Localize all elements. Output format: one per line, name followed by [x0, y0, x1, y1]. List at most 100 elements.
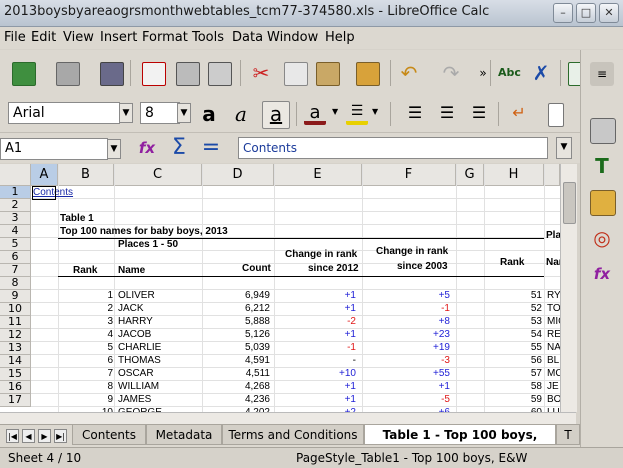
tab-metadata[interactable]: Metadata [146, 425, 222, 445]
font-size-box[interactable]: 8 [140, 102, 180, 124]
rank-right-cell: 58 [530, 381, 542, 392]
name-right-cell: BL [547, 355, 560, 366]
menu-tools[interactable]: Tools [192, 30, 224, 45]
prev-sheet-icon[interactable]: ◀ [22, 429, 35, 443]
first-sheet-icon[interactable]: |◀ [6, 429, 19, 443]
undo-icon[interactable]: ↶ [398, 62, 420, 84]
column-header-i[interactable] [544, 164, 560, 186]
spreadsheet-grid[interactable]: A B C D E F G H 1 2 3 4 5 6 7 8 9 10 11 12 13 14 15 16 1… [0, 164, 576, 412]
tab-next[interactable]: T [556, 425, 580, 445]
menu-edit[interactable]: Edit [31, 30, 56, 45]
chevron-down-icon[interactable]: ▼ [119, 103, 133, 123]
chevron-down-icon[interactable]: ▼ [332, 107, 342, 129]
count-cell: 5,039 [244, 342, 270, 353]
print-preview-icon[interactable] [208, 62, 232, 86]
name-cell: OSCAR [118, 368, 154, 379]
merge-cells-icon[interactable] [548, 103, 564, 127]
vertical-scrollbar[interactable] [560, 164, 577, 412]
window-title: 2013boysbyareaogrsmonthwebtables_tcm77-3… [4, 4, 490, 19]
close-button[interactable]: ✕ [599, 3, 619, 23]
status-bar: Sheet 4 / 10 PageStyle_Table1 - Top 100 … [0, 447, 623, 468]
navigator-icon[interactable]: ◎ [590, 226, 614, 250]
clone-formatting-icon[interactable] [356, 62, 380, 86]
change-2003-cell: +8 [438, 316, 450, 327]
name-right-cell: TO [547, 303, 561, 314]
print-icon[interactable] [176, 62, 200, 86]
tab-terms-and-conditions[interactable]: Terms and Conditions [222, 425, 364, 445]
next-sheet-icon[interactable]: ▶ [38, 429, 51, 443]
font-name-box[interactable]: Arial [8, 102, 120, 124]
formula-icon[interactable]: = [200, 137, 222, 159]
column-header-b[interactable]: B [58, 164, 114, 186]
gallery-icon[interactable] [590, 190, 616, 216]
name-cell: HARRY [118, 316, 153, 327]
column-header-e[interactable]: E [274, 164, 362, 186]
column-header-c[interactable]: C [114, 164, 202, 186]
export-pdf-icon[interactable] [142, 62, 166, 86]
menu-window[interactable]: Window [267, 30, 318, 45]
align-left-icon[interactable]: ☰ [404, 103, 426, 125]
underline-icon[interactable]: a [262, 101, 290, 129]
change-2003-cell: +1 [438, 381, 450, 392]
change-2012-cell: - [352, 355, 356, 366]
chevron-down-icon[interactable]: ▼ [372, 107, 382, 129]
save-icon[interactable] [100, 62, 124, 86]
align-right-icon[interactable]: ☰ [468, 103, 490, 125]
cut-icon[interactable]: ✂ [250, 62, 272, 84]
paste-icon[interactable] [316, 62, 340, 86]
minimize-button[interactable]: – [553, 3, 573, 23]
menu-data[interactable]: Data [232, 30, 263, 45]
corner-select-all[interactable] [0, 164, 31, 186]
tab-contents[interactable]: Contents [72, 425, 146, 445]
bold-icon[interactable]: a [198, 103, 220, 125]
name-cell: JACOB [118, 329, 152, 340]
menu-bar: File Edit View Insert Format Tools Data … [0, 27, 623, 49]
menu-help[interactable]: Help [325, 30, 355, 45]
tab-table-1[interactable]: Table 1 - Top 100 boys, E&W [364, 425, 556, 462]
autospell-icon[interactable]: ✗ [530, 62, 552, 84]
rank-cell: 2 [107, 303, 113, 314]
last-sheet-icon[interactable]: ▶| [54, 429, 67, 443]
change-2003-cell: +23 [433, 329, 450, 340]
properties-icon[interactable] [590, 118, 616, 144]
menu-view[interactable]: View [63, 30, 94, 45]
menu-icon[interactable]: ≡ [590, 62, 614, 86]
font-color-icon[interactable]: a [304, 103, 326, 125]
italic-icon[interactable]: a [230, 103, 252, 125]
highlight-icon[interactable]: ☰ [346, 103, 368, 125]
align-center-icon[interactable]: ☰ [436, 103, 458, 125]
sum-icon[interactable]: Σ [168, 137, 190, 159]
column-header-a[interactable]: A [31, 164, 58, 186]
vertical-scroll-thumb[interactable] [563, 182, 576, 224]
copy-icon[interactable] [284, 62, 308, 86]
new-document-icon[interactable] [12, 62, 36, 86]
column-header-f[interactable]: F [362, 164, 456, 186]
redo-icon[interactable]: ↷ [440, 62, 462, 84]
chevron-down-icon[interactable]: ▼ [177, 103, 191, 123]
change-2003-cell: -1 [441, 303, 450, 314]
wrap-text-icon[interactable]: ↵ [508, 103, 530, 125]
column-header-g[interactable]: G [456, 164, 484, 186]
contents-link[interactable]: Contents [32, 186, 73, 200]
row-header[interactable]: 17 [0, 394, 31, 407]
chevron-down-icon[interactable]: ▼ [107, 139, 121, 159]
styles-icon[interactable]: T [590, 154, 614, 178]
change-2003-cell: +5 [438, 290, 450, 301]
column-header-d[interactable]: D [202, 164, 274, 186]
expand-formula-icon[interactable]: ▼ [556, 137, 572, 159]
formula-input[interactable]: Contents [238, 137, 548, 159]
functions-icon[interactable]: fx [590, 262, 614, 286]
spelling-icon[interactable]: Abc [498, 62, 521, 84]
column-header-h[interactable]: H [484, 164, 544, 186]
count-cell: 5,888 [244, 316, 270, 327]
open-icon[interactable] [56, 62, 80, 86]
menu-insert[interactable]: Insert [100, 30, 137, 45]
rank-right-cell: 53 [530, 316, 542, 327]
name-box[interactable]: A1 [0, 138, 108, 160]
menu-format[interactable]: Format [142, 30, 188, 45]
maximize-button[interactable]: □ [576, 3, 596, 23]
menu-file[interactable]: File [4, 30, 26, 45]
change-2012-cell: +1 [344, 290, 356, 301]
function-wizard-icon[interactable]: fx [136, 137, 158, 159]
rank-right-cell: 56 [530, 355, 542, 366]
